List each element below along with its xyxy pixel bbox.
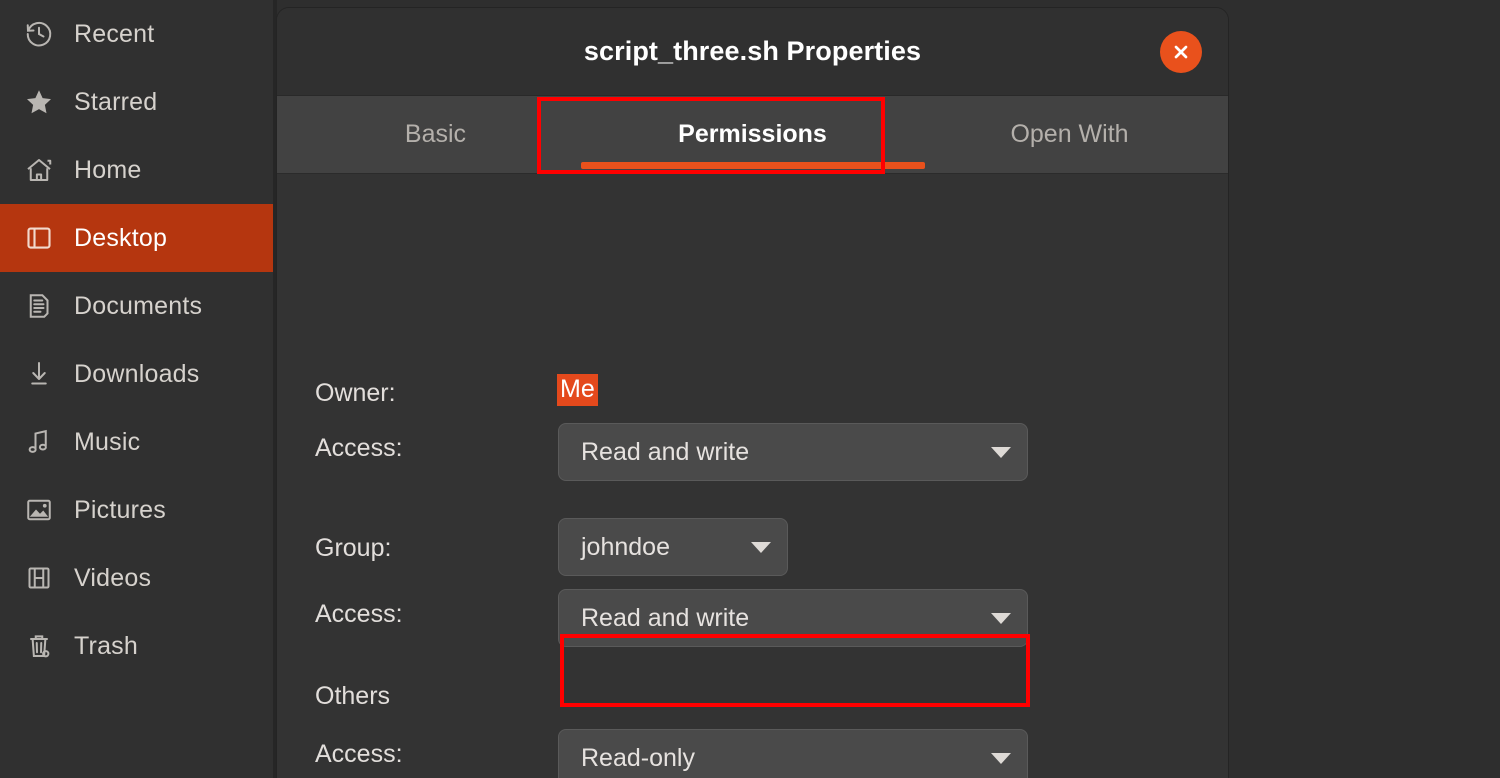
- others-access-row: Access: Read-only: [277, 722, 1228, 778]
- file-manager-window: Recent Starred Home Desktop Documents Do…: [0, 0, 1500, 778]
- sidebar-item-starred[interactable]: Starred: [0, 68, 273, 136]
- film-strip-icon: [22, 561, 56, 595]
- chevron-down-icon: [751, 541, 771, 553]
- tab-permissions[interactable]: Permissions: [594, 96, 911, 173]
- sidebar-item-recent[interactable]: Recent: [0, 0, 273, 68]
- owner-access-label: Access:: [315, 434, 403, 462]
- desktop-icon: [22, 221, 56, 255]
- owner-value[interactable]: Me: [557, 374, 598, 406]
- group-access-dropdown[interactable]: Read and write: [558, 589, 1028, 647]
- tab-label: Open With: [1010, 120, 1129, 148]
- properties-dialog: script_three.sh Properties Basic Permiss…: [277, 8, 1228, 778]
- chevron-down-icon: [991, 752, 1011, 764]
- sidebar-item-trash[interactable]: Trash: [0, 612, 273, 680]
- group-row: Group: johndoe: [277, 516, 1228, 580]
- tab-open-with[interactable]: Open With: [911, 96, 1228, 173]
- sidebar-item-music[interactable]: Music: [0, 408, 273, 476]
- owner-access-row: Access: Read and write: [277, 416, 1228, 481]
- owner-value-wrap: Me: [557, 374, 598, 406]
- sidebar-item-label: Home: [74, 155, 142, 184]
- tab-label: Basic: [404, 120, 467, 148]
- tab-basic[interactable]: Basic: [277, 96, 594, 173]
- sidebar-item-home[interactable]: Home: [0, 136, 273, 204]
- sidebar-item-label: Starred: [74, 87, 158, 116]
- sidebar-item-label: Pictures: [74, 495, 166, 524]
- sidebar-item-documents[interactable]: Documents: [0, 272, 273, 340]
- owner-access-value: Read and write: [581, 437, 750, 466]
- owner-row: Owner: Me: [277, 370, 1228, 416]
- others-access-label: Access:: [315, 740, 403, 768]
- music-note-icon: [22, 425, 56, 459]
- chevron-down-icon: [991, 446, 1011, 458]
- sidebar-item-label: Trash: [74, 631, 138, 660]
- sidebar-item-label: Desktop: [74, 223, 168, 252]
- sidebar-item-label: Downloads: [74, 359, 200, 388]
- chevron-down-icon: [991, 612, 1011, 624]
- dialog-titlebar: script_three.sh Properties: [277, 8, 1228, 96]
- others-access-value: Read-only: [581, 743, 695, 772]
- sidebar-item-label: Music: [74, 427, 141, 456]
- sidebar-item-pictures[interactable]: Pictures: [0, 476, 273, 544]
- group-access-row: Access: Read and write: [277, 582, 1228, 647]
- group-value: johndoe: [581, 532, 670, 561]
- others-label: Others: [315, 682, 391, 710]
- group-label: Group:: [315, 534, 392, 562]
- group-access-value: Read and write: [581, 603, 750, 632]
- trash-icon: [22, 629, 56, 663]
- others-access-dropdown[interactable]: Read-only: [558, 729, 1028, 778]
- download-arrow-icon: [22, 357, 56, 391]
- tab-label: Permissions: [678, 120, 827, 148]
- dialog-title: script_three.sh Properties: [583, 36, 922, 66]
- close-button[interactable]: [1160, 30, 1202, 73]
- document-icon: [22, 289, 56, 323]
- sidebar-item-label: Videos: [74, 563, 152, 592]
- sidebar-item-downloads[interactable]: Downloads: [0, 340, 273, 408]
- owner-label: Owner:: [315, 378, 396, 407]
- sidebar-item-label: Documents: [74, 291, 203, 320]
- dialog-tabs: Basic Permissions Open With: [277, 96, 1228, 174]
- others-row: Others: [277, 676, 1228, 720]
- close-icon: [1171, 42, 1191, 62]
- clock-history-icon: [22, 17, 56, 51]
- picture-icon: [22, 493, 56, 527]
- owner-access-dropdown[interactable]: Read and write: [558, 423, 1028, 481]
- places-sidebar: Recent Starred Home Desktop Documents Do…: [0, 0, 273, 778]
- sidebar-item-label: Recent: [74, 19, 155, 48]
- sidebar-item-videos[interactable]: Videos: [0, 544, 273, 612]
- home-icon: [22, 153, 56, 187]
- star-icon: [22, 85, 56, 119]
- group-dropdown[interactable]: johndoe: [558, 518, 788, 576]
- group-access-label: Access:: [315, 600, 403, 628]
- sidebar-item-desktop[interactable]: Desktop: [0, 204, 273, 272]
